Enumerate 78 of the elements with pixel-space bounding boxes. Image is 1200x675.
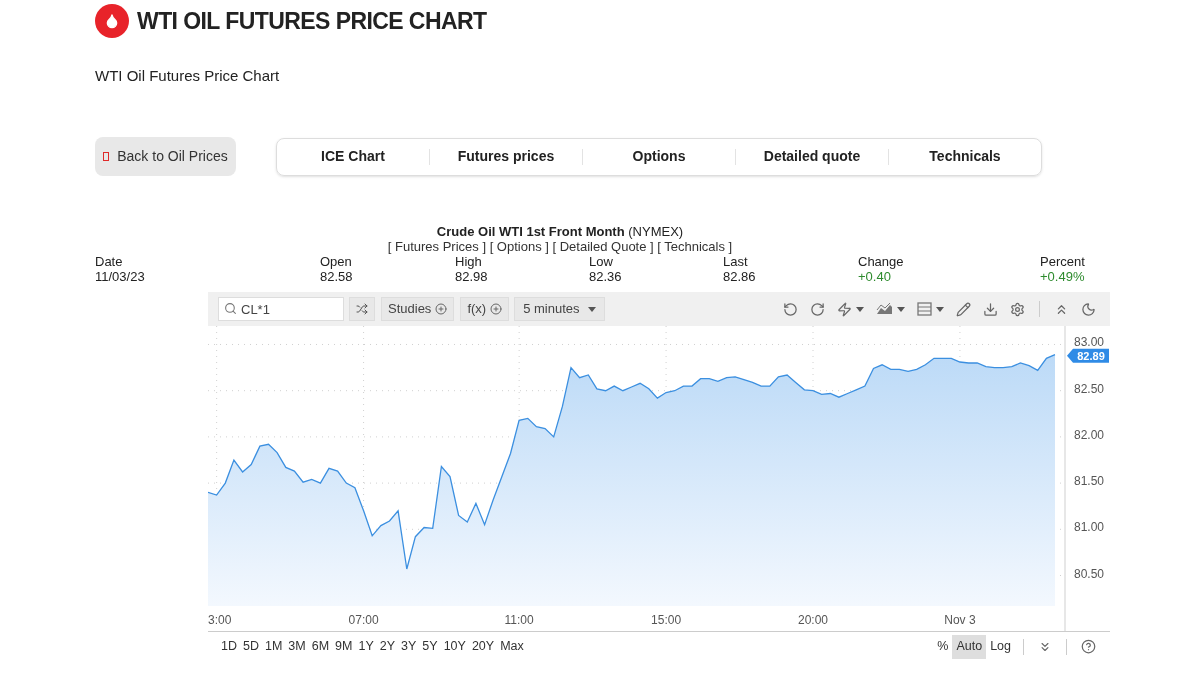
- studies-button[interactable]: Studies: [381, 297, 455, 321]
- plus-circle-icon: [435, 303, 448, 315]
- x-axis-label: Nov 3: [944, 613, 976, 627]
- x-axis-label: 3:00: [208, 613, 232, 627]
- stat-label: Last: [723, 254, 748, 269]
- caret-icon: [856, 306, 864, 312]
- y-axis-label: 82.00: [1074, 427, 1105, 442]
- stat-label: Low: [589, 254, 613, 269]
- stat-value: 82.98: [455, 269, 488, 284]
- range-button[interactable]: 1M: [261, 635, 286, 658]
- scale-button[interactable]: Log: [986, 634, 1015, 659]
- y-axis-label: 83.00: [1074, 335, 1105, 350]
- function-button[interactable]: f(x): [460, 297, 510, 321]
- quote-links[interactable]: [ Futures Prices ] [ Options ] [ Detailed Quote ] [ Technicals ]: [387, 239, 733, 254]
- last-price-tag: 82.89: [1067, 348, 1109, 363]
- y-axis-label: 81.00: [1074, 520, 1105, 535]
- redo-icon: [810, 301, 825, 317]
- lightning-icon: [837, 301, 852, 317]
- shuffle-icon: [356, 303, 368, 315]
- range-button[interactable]: 1D: [218, 635, 240, 658]
- stat-value: 82.86: [723, 269, 756, 284]
- search-icon: [224, 302, 237, 315]
- range-button[interactable]: 6M: [308, 635, 333, 658]
- nav-link[interactable]: Futures prices: [430, 146, 582, 167]
- symbol-search-field[interactable]: CL*1: [218, 297, 344, 321]
- droplet-icon: [95, 4, 129, 39]
- undo-icon: [783, 301, 798, 317]
- range-button[interactable]: 9M: [332, 635, 356, 658]
- x-axis-label: 07:00: [348, 613, 379, 627]
- caret-icon: [936, 306, 944, 312]
- caret-icon: [587, 306, 596, 312]
- stat-value: +0.40: [858, 269, 891, 284]
- plus-circle-icon: [490, 303, 503, 315]
- range-button[interactable]: 3M: [285, 635, 309, 658]
- stat-label: Open: [320, 254, 352, 269]
- stat-label: Date: [95, 254, 123, 269]
- quote-title: Crude Oil WTI 1st Front Month (NYMEX): [436, 224, 684, 239]
- range-button[interactable]: 5Y: [419, 635, 441, 658]
- x-axis-label: 15:00: [651, 613, 682, 627]
- range-button[interactable]: 1Y: [355, 635, 377, 658]
- range-button[interactable]: Max: [497, 635, 527, 658]
- scale-button[interactable]: Auto: [952, 634, 987, 659]
- nav-link[interactable]: Detailed quote: [736, 146, 888, 167]
- back-button[interactable]: Back to Oil Prices: [95, 137, 236, 176]
- nav-link[interactable]: Technicals: [889, 146, 1041, 167]
- help-icon: [1081, 639, 1096, 654]
- stat-label: Change: [858, 254, 904, 269]
- range-button[interactable]: 5D: [240, 635, 262, 658]
- compare-button[interactable]: [349, 297, 375, 321]
- download-icon: [983, 301, 998, 317]
- stat-value: +0.49%: [1040, 269, 1085, 284]
- area-chart-icon: [876, 302, 893, 316]
- pencil-icon: [956, 301, 971, 317]
- square-icon: [103, 152, 110, 161]
- stat-label: High: [455, 254, 482, 269]
- interval-dropdown[interactable]: 5 minutes: [514, 297, 605, 321]
- nav-link[interactable]: ICE Chart: [277, 146, 429, 167]
- stat-label: Percent: [1040, 254, 1085, 269]
- y-axis-label: 82.50: [1074, 381, 1105, 396]
- y-axis-label: 80.50: [1074, 566, 1105, 581]
- settings-icon: [1010, 301, 1025, 317]
- layout-icon: [917, 302, 932, 316]
- scale-button[interactable]: %: [933, 634, 953, 659]
- stat-value: 82.36: [589, 269, 622, 284]
- page-title: WTI OIL FUTURES PRICE CHART: [137, 7, 487, 36]
- moon-icon: [1081, 301, 1096, 317]
- x-axis-label: 11:00: [504, 613, 534, 627]
- range-button[interactable]: 20Y: [468, 635, 498, 658]
- range-button[interactable]: 3Y: [398, 635, 420, 658]
- range-button[interactable]: 2Y: [376, 635, 399, 658]
- caret-icon: [897, 306, 905, 312]
- page-subtitle: WTI Oil Futures Price Chart: [94, 65, 281, 86]
- x-axis-label: 20:00: [798, 613, 828, 627]
- nav-link[interactable]: Options: [583, 146, 735, 167]
- stat-value: 82.58: [320, 269, 353, 284]
- range-button[interactable]: 10Y: [440, 635, 469, 658]
- stat-value: 11/03/23: [95, 269, 145, 284]
- y-axis-label: 81.50: [1074, 474, 1105, 489]
